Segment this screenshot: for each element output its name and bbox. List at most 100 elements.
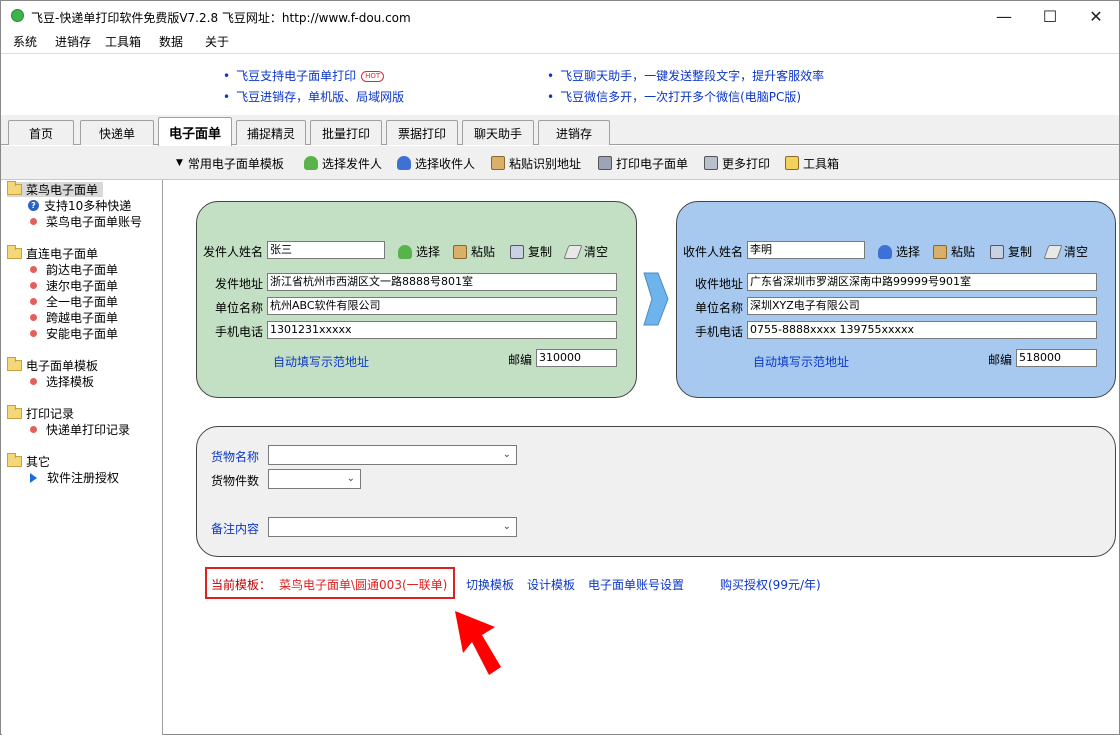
sender-phone-label: 手机电话 xyxy=(215,325,264,339)
tree-item-quanyi[interactable]: 全一电子面单 xyxy=(28,294,118,309)
chevron-down-icon: ⌄ xyxy=(502,449,511,460)
tree-folder-label: 其它 xyxy=(26,455,51,469)
folder-icon xyxy=(7,245,22,259)
tree-item-yunda[interactable]: 韵达电子面单 xyxy=(28,262,118,277)
receiver-company-input[interactable]: 深圳XYZ电子有限公司 xyxy=(747,297,1097,315)
tab-batch-print[interactable]: 批量打印 xyxy=(310,120,382,145)
toolbar-label: 粘贴识别地址 xyxy=(509,156,582,171)
tree-item-cainiao-account[interactable]: 菜鸟电子面单账号 xyxy=(28,214,142,229)
receiver-clear-button[interactable]: 清空 xyxy=(1043,243,1088,260)
sender-company-input[interactable]: 杭州ABC软件有限公司 xyxy=(267,297,617,315)
ad-link-chat[interactable]: • 飞豆聊天助手，一键发送整段文字，提升客服效率 xyxy=(547,67,824,84)
print-eorder-button[interactable]: 打印电子面单 xyxy=(598,155,688,171)
ad-link-inventory[interactable]: • 飞豆进销存，单机版、局域网版 xyxy=(223,88,404,105)
ad-text[interactable]: 飞豆微信多开，一次打开多个微信(电脑PC版) xyxy=(560,90,801,104)
window-title: 飞豆-快递单打印软件免费版V7.2.8 飞豆网址：http://www.f-do… xyxy=(31,11,411,25)
goods-name-label[interactable]: 货物名称 xyxy=(211,448,259,465)
receiver-autofill-link[interactable]: 自动填写示范地址 xyxy=(753,353,849,370)
sender-clear-button[interactable]: 清空 xyxy=(563,243,608,260)
receiver-select-button[interactable]: 选择 xyxy=(878,243,920,260)
sender-phone-input[interactable]: 1301231xxxxx xyxy=(267,321,617,339)
help-icon: ? xyxy=(28,200,39,211)
tab-chat-helper[interactable]: 聊天助手 xyxy=(462,120,534,145)
chevron-down-icon: ⌄ xyxy=(346,473,355,484)
tab-capture[interactable]: 捕捉精灵 xyxy=(236,120,306,145)
receiver-copy-button[interactable]: 复制 xyxy=(990,243,1032,260)
title-bar: 飞豆-快递单打印软件免费版V7.2.8 飞豆网址：http://www.f-do… xyxy=(1,1,1119,31)
menu-inventory[interactable]: 进销存 xyxy=(55,33,91,50)
switch-template-link[interactable]: 切换模板 xyxy=(466,576,514,593)
folder-icon xyxy=(7,181,22,195)
toolbox-button[interactable]: 工具箱 xyxy=(785,155,839,171)
more-print-button[interactable]: 更多打印 xyxy=(704,155,770,171)
tree-folder-cainiao[interactable]: 菜鸟电子面单 xyxy=(7,181,103,197)
ad-link-eorder[interactable]: • 飞豆支持电子面单打印 HOT xyxy=(223,67,385,84)
tab-receipt-print[interactable]: 票据打印 xyxy=(386,120,458,145)
bullet-icon xyxy=(30,282,37,289)
note-combobox[interactable]: ⌄ xyxy=(268,517,517,537)
receiver-address-input[interactable]: 广东省深圳市罗湖区深南中路99999号901室 xyxy=(747,273,1097,291)
sender-zip-input[interactable]: 310000 xyxy=(536,349,617,367)
menu-data[interactable]: 数据 xyxy=(159,33,183,50)
receiver-phone-input[interactable]: 0755-8888xxxx 139755xxxxx xyxy=(747,321,1097,339)
ad-text[interactable]: 飞豆进销存，单机版、局域网版 xyxy=(236,90,404,104)
select-receiver-button[interactable]: 选择收件人 xyxy=(397,155,475,171)
tree-folder-templates[interactable]: 电子面单模板 xyxy=(7,357,99,373)
sender-zip-label: 邮编 xyxy=(508,353,533,367)
tree-item-label: 支持10多种快递 xyxy=(44,199,132,213)
tab-home[interactable]: 首页 xyxy=(8,120,74,145)
minimize-button[interactable]: — xyxy=(981,1,1027,31)
ad-text[interactable]: 飞豆聊天助手，一键发送整段文字，提升客服效率 xyxy=(560,69,824,83)
sender-name-input[interactable]: 张三 xyxy=(267,241,385,259)
sender-select-button[interactable]: 选择 xyxy=(398,243,440,260)
sender-copy-button[interactable]: 复制 xyxy=(510,243,552,260)
tree-item-label: 速尔电子面单 xyxy=(46,279,119,293)
tree-item-kuayue[interactable]: 跨越电子面单 xyxy=(28,310,118,325)
tree-item-select-template[interactable]: 选择模板 xyxy=(28,374,94,389)
right-arrow-icon xyxy=(643,272,669,326)
sender-address-input[interactable]: 浙江省杭州市西湖区文一路8888号801室 xyxy=(267,273,617,291)
receiver-paste-button[interactable]: 粘贴 xyxy=(933,243,975,260)
tree-item-label: 菜鸟电子面单账号 xyxy=(46,215,143,229)
goods-name-combobox[interactable]: ⌄ xyxy=(268,445,517,465)
receiver-name-input[interactable]: 李明 xyxy=(747,241,865,259)
template-dropdown-button[interactable]: ▼ 常用电子面单模板 xyxy=(176,155,284,171)
goods-count-combobox[interactable]: ⌄ xyxy=(268,469,361,489)
red-pointer-arrow-icon xyxy=(455,611,501,675)
folder-icon xyxy=(7,405,22,419)
receiver-zip-input[interactable]: 518000 xyxy=(1016,349,1097,367)
tree-item-anneng[interactable]: 安能电子面单 xyxy=(28,326,118,341)
receiver-phone-label: 手机电话 xyxy=(695,325,744,339)
menu-system[interactable]: 系统 xyxy=(13,33,37,50)
sender-autofill-link[interactable]: 自动填写示范地址 xyxy=(273,353,369,370)
receiver-zip-label: 邮编 xyxy=(988,353,1013,367)
tab-inventory[interactable]: 进销存 xyxy=(538,120,610,145)
tree-item-support[interactable]: ? 支持10多种快递 xyxy=(28,198,131,213)
select-sender-button[interactable]: 选择发件人 xyxy=(304,155,382,171)
close-button[interactable]: ✕ xyxy=(1073,1,1119,31)
tree-item-suer[interactable]: 速尔电子面单 xyxy=(28,278,118,293)
tree-item-register[interactable]: 软件注册授权 xyxy=(28,470,119,485)
ad-text[interactable]: 飞豆支持电子面单打印 xyxy=(236,69,356,83)
tab-express[interactable]: 快递单 xyxy=(80,120,154,145)
tree-folder-other[interactable]: 其它 xyxy=(7,453,51,469)
sender-paste-button[interactable]: 粘贴 xyxy=(453,243,495,260)
note-label[interactable]: 备注内容 xyxy=(211,520,259,537)
tree-item-print-log[interactable]: 快递单打印记录 xyxy=(28,422,130,437)
maximize-button[interactable]: ☐ xyxy=(1027,1,1073,31)
menu-about[interactable]: 关于 xyxy=(205,33,229,50)
clipboard-icon xyxy=(491,156,505,170)
tree-item-label: 软件注册授权 xyxy=(47,471,120,485)
buy-license-link[interactable]: 购买授权(99元/年) xyxy=(720,576,821,593)
tree-folder-print-records[interactable]: 打印记录 xyxy=(7,405,74,421)
action-label: 选择 xyxy=(416,245,441,259)
receiver-name-label: 收件人姓名 xyxy=(683,245,744,259)
paste-recognize-button[interactable]: 粘贴识别地址 xyxy=(491,155,581,171)
tree-folder-label: 电子面单模板 xyxy=(26,359,99,373)
tab-eorder[interactable]: 电子面单 xyxy=(158,117,232,146)
tree-folder-direct[interactable]: 直连电子面单 xyxy=(7,245,98,261)
menu-toolbox[interactable]: 工具箱 xyxy=(105,33,141,50)
eorder-account-settings-link[interactable]: 电子面单账号设置 xyxy=(588,576,684,593)
design-template-link[interactable]: 设计模板 xyxy=(527,576,575,593)
ad-link-wechat[interactable]: • 飞豆微信多开，一次打开多个微信(电脑PC版) xyxy=(547,88,801,105)
